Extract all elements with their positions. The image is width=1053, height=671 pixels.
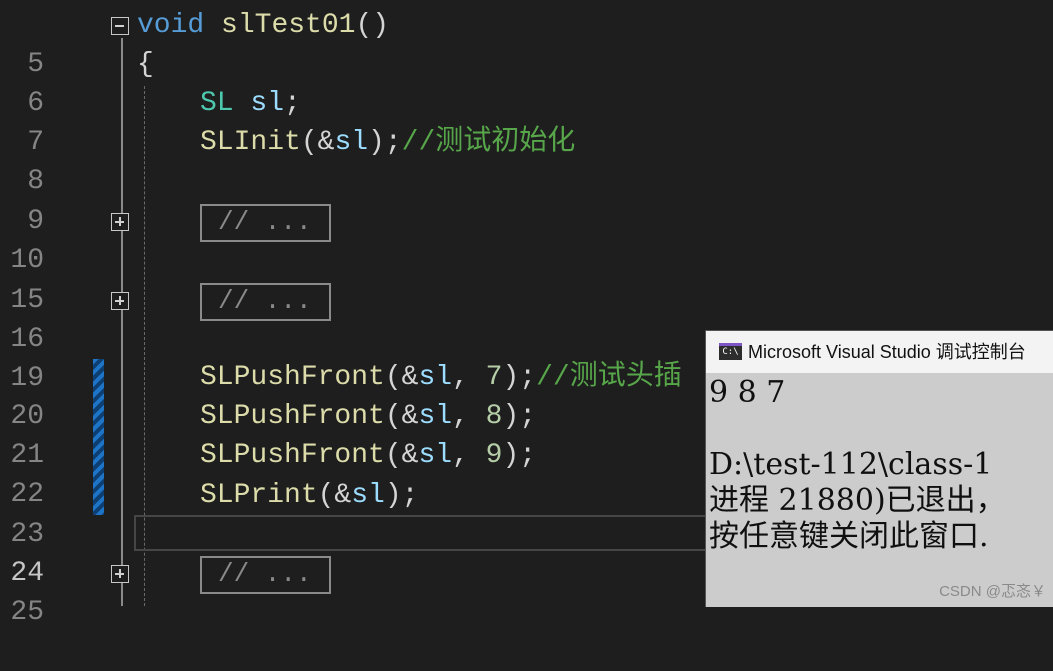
console-app-icon: C:\	[719, 343, 742, 360]
console-output-line: D:\test-112\class-1	[709, 447, 993, 482]
outline-guide-line	[121, 38, 123, 606]
debug-console-window[interactable]: C:\ Microsoft Visual Studio 调试控制台 9 8 7 …	[705, 330, 1053, 607]
line-number: 25	[10, 597, 44, 628]
code-text: {	[137, 49, 154, 80]
console-output-line: 进程 21880)已退出，	[709, 483, 1006, 518]
code-text: SLPrint(&sl);	[200, 480, 419, 511]
expand-toggle-icon[interactable]	[111, 565, 129, 583]
collapsed-region[interactable]: // ...	[200, 283, 331, 321]
console-output-line: 按任意键关闭此窗口.	[709, 519, 989, 554]
code-line-6[interactable]: 6 {	[0, 45, 1053, 119]
code-line-10[interactable]: 10	[0, 202, 1053, 276]
code-text: SLPushFront(&sl, 8);	[200, 401, 537, 432]
code-line-7[interactable]: 7 SL sl;	[0, 84, 1053, 158]
code-line-8[interactable]: 8 SLInit(&sl);//测试初始化	[0, 123, 1053, 197]
collapsed-region[interactable]: // ...	[200, 204, 331, 242]
watermark: CSDN @忑忞￥	[939, 583, 1046, 600]
expand-toggle-icon[interactable]	[111, 292, 129, 310]
code-text: SL sl;	[200, 88, 301, 119]
console-output-line: 9 8 7	[709, 375, 786, 410]
console-output[interactable]: 9 8 7 D:\test-112\class-1 进程 21880)已退出， …	[706, 373, 1053, 607]
expand-toggle-icon[interactable]	[111, 213, 129, 231]
code-text: void slTest01()	[137, 10, 390, 41]
code-line-16[interactable]: 16	[0, 281, 1053, 355]
code-line-5[interactable]: 5 void slTest01()	[0, 6, 1053, 80]
collapsed-region[interactable]: // ...	[200, 556, 331, 594]
collapse-toggle-icon[interactable]	[111, 17, 129, 35]
console-title: Microsoft Visual Studio 调试控制台	[748, 342, 1026, 362]
unsaved-changes-marker	[93, 359, 104, 515]
code-line-15[interactable]: 15	[0, 242, 1053, 316]
code-text: SLPushFront(&sl, 9);	[200, 440, 537, 471]
code-text: SLPushFront(&sl, 7);//测试头插	[200, 362, 682, 393]
code-text: SLInit(&sl);//测试初始化	[200, 127, 576, 158]
code-line-9[interactable]: 9	[0, 163, 1053, 237]
console-title-bar[interactable]: C:\ Microsoft Visual Studio 调试控制台	[706, 331, 1053, 373]
